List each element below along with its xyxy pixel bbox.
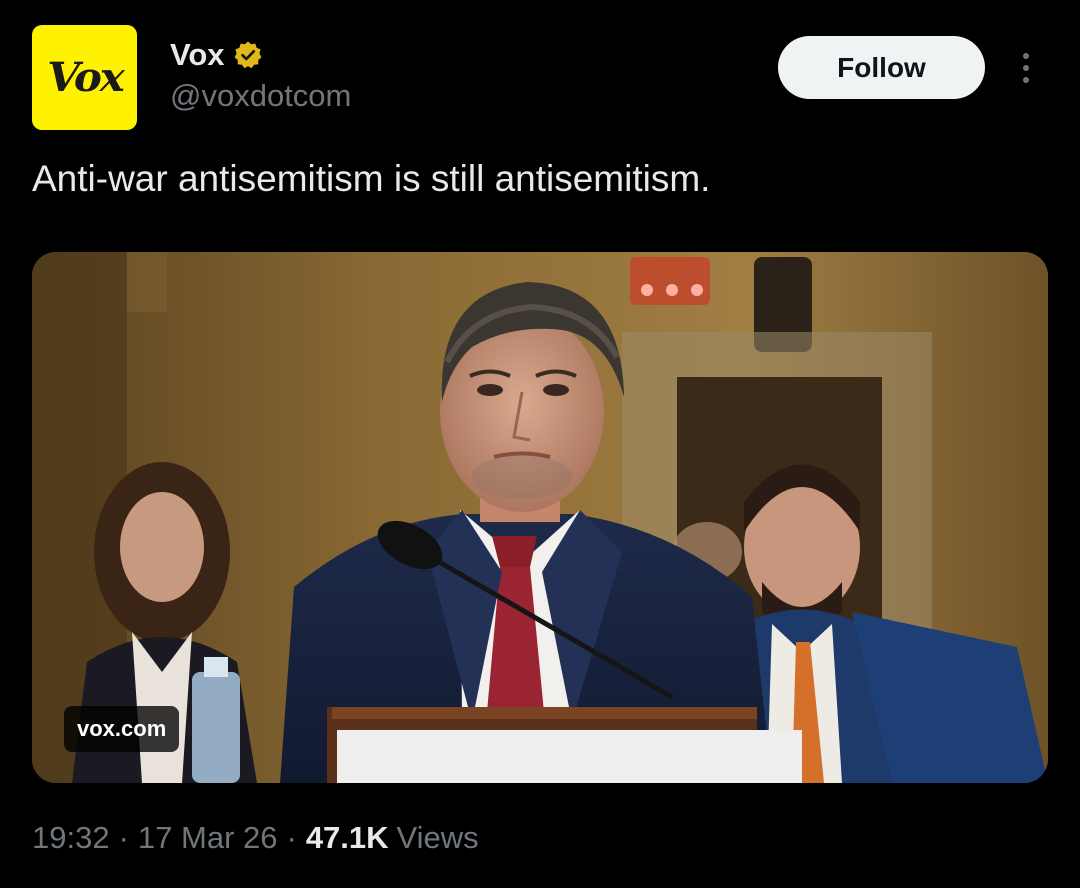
post-meta: 19:32 · 17 Mar 26 · 47.1K Views [32,820,479,856]
separator: · [118,820,129,855]
post-media-image[interactable] [32,252,1048,783]
post-time[interactable]: 19:32 [32,820,110,856]
views-count: 47.1K [305,820,389,855]
author-handle[interactable]: @voxdotcom [170,78,351,114]
dot [1023,65,1029,71]
post-text: Anti-war antisemitism is still antisemit… [32,158,711,199]
hearing-photo-illustration [32,252,1048,783]
vox-logo: Vox [46,54,125,101]
author-display-name[interactable]: Vox [170,37,225,73]
author-name-row[interactable]: Vox [170,36,263,74]
dot [1023,53,1029,59]
separator: · [286,820,297,855]
dot [1023,77,1029,83]
follow-button[interactable]: Follow [778,36,985,99]
post-date[interactable]: 17 Mar 26 [138,820,278,856]
more-options-icon[interactable] [1010,46,1042,90]
avatar[interactable]: Vox [32,25,137,130]
media-link-domain[interactable]: vox.com [64,706,180,752]
views-label: Views [396,820,479,855]
verified-badge-icon [233,40,263,70]
